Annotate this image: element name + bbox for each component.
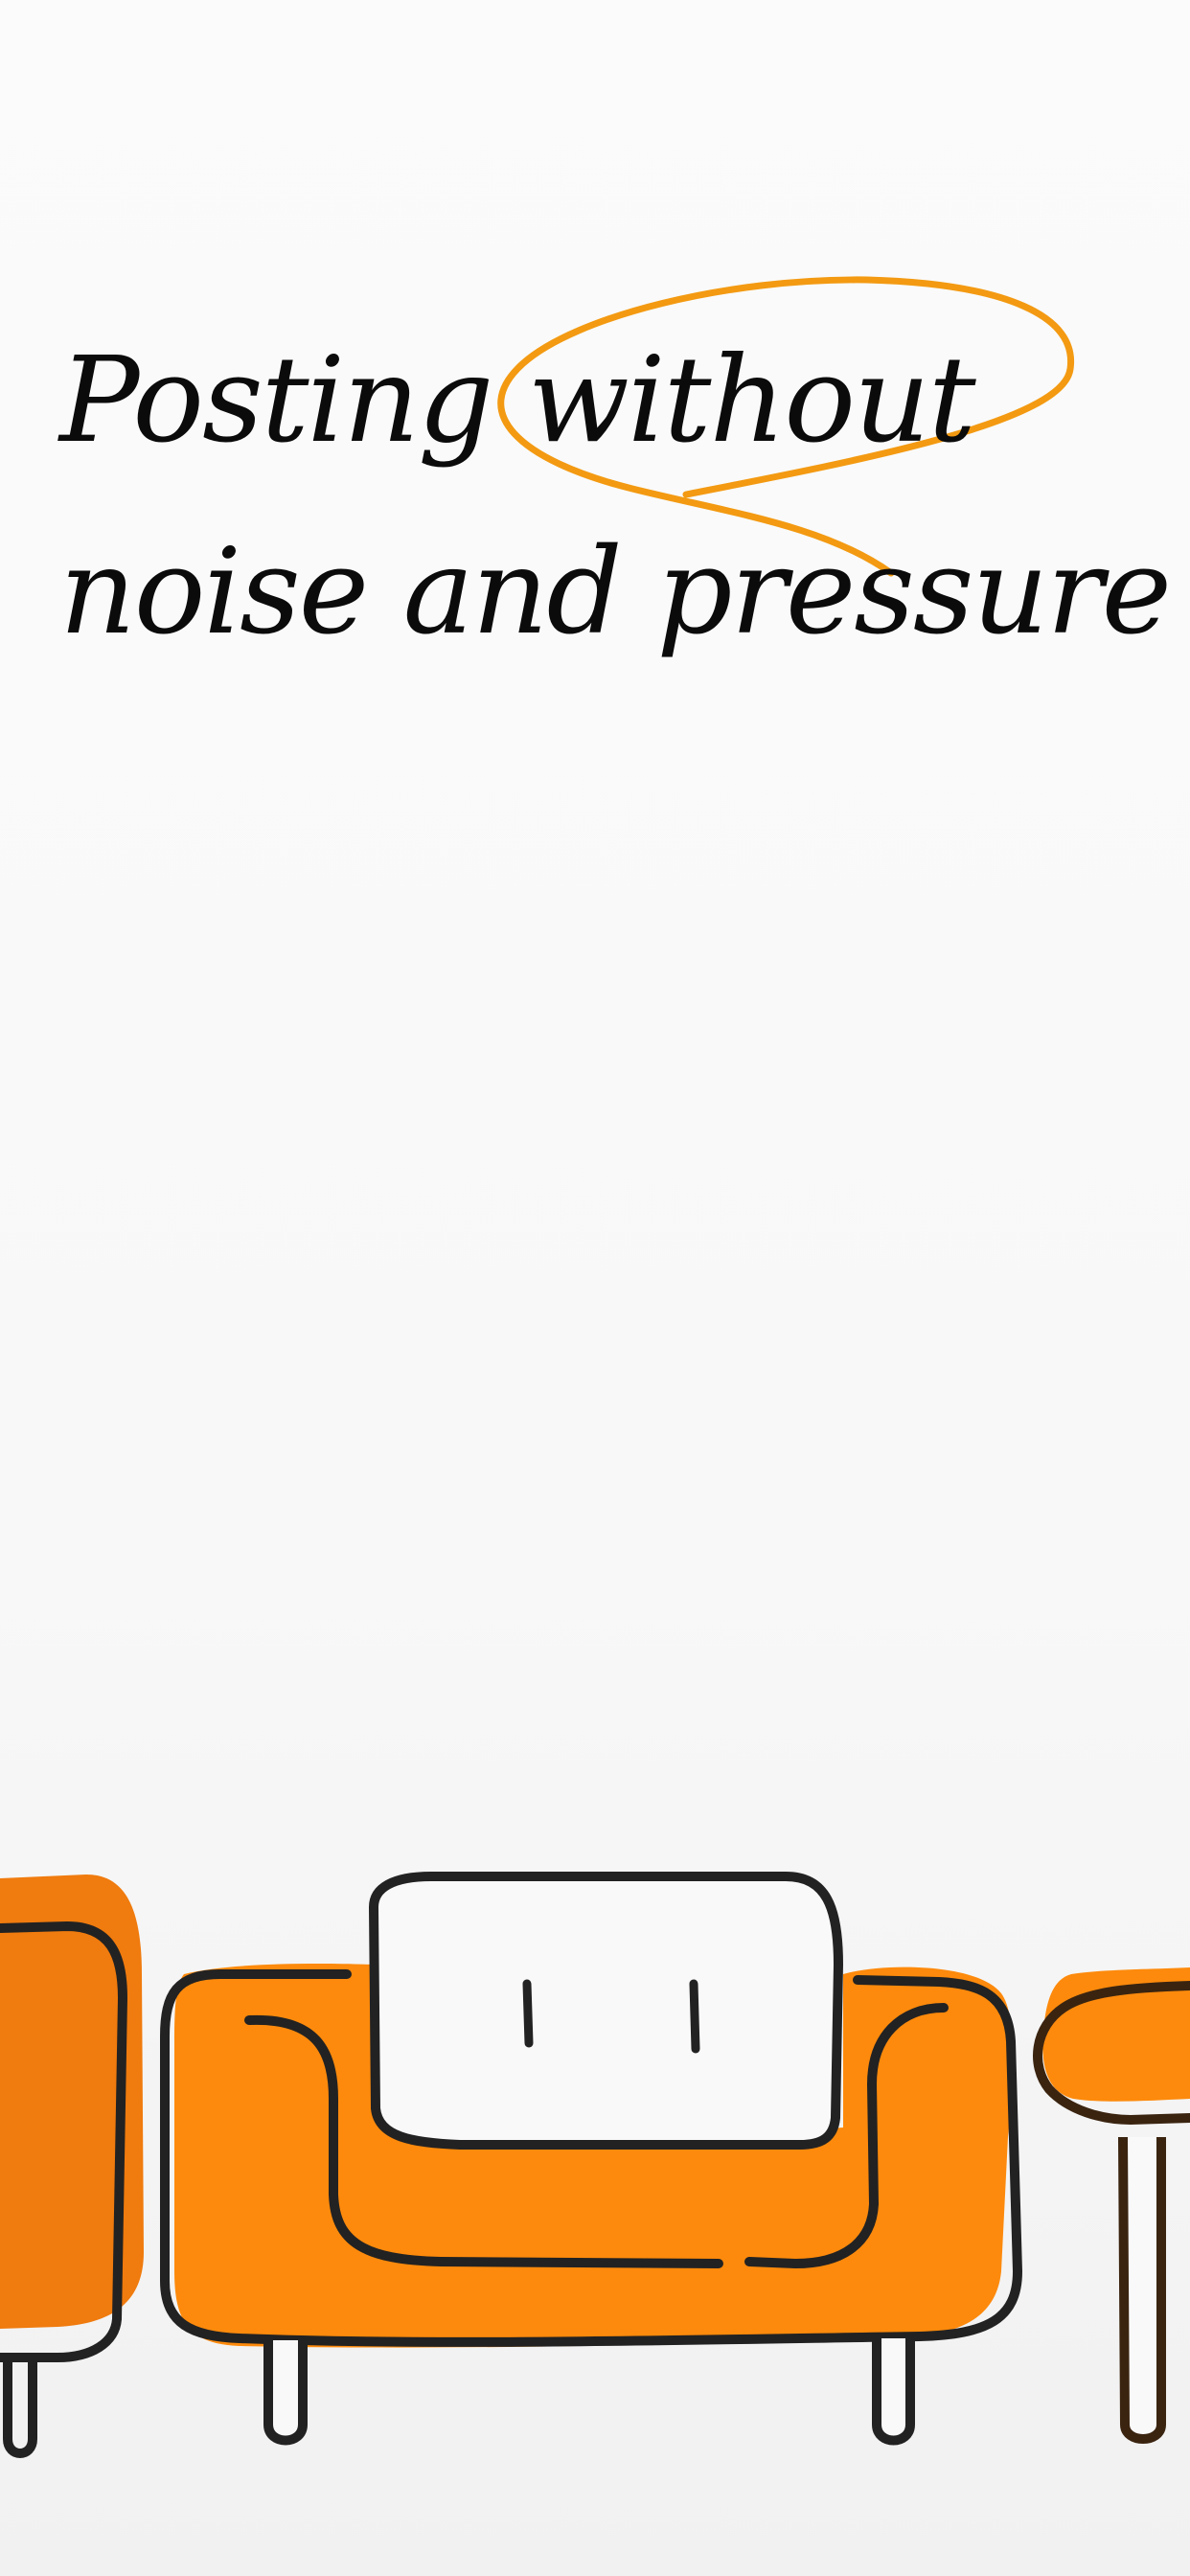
left-chair-illustration (0, 1874, 144, 2458)
headline-line-2: noise and pressure (59, 523, 1172, 661)
orange-sofa-illustration (0, 1872, 1190, 2458)
main-sofa-illustration (160, 1872, 1022, 2446)
headline: Posting without noise and pressure (59, 305, 1172, 688)
onboarding-screen: Posting without noise and pressure (0, 0, 1190, 2576)
headline-line-1: Posting without (59, 332, 976, 470)
right-stool-illustration (1033, 1967, 1190, 2444)
